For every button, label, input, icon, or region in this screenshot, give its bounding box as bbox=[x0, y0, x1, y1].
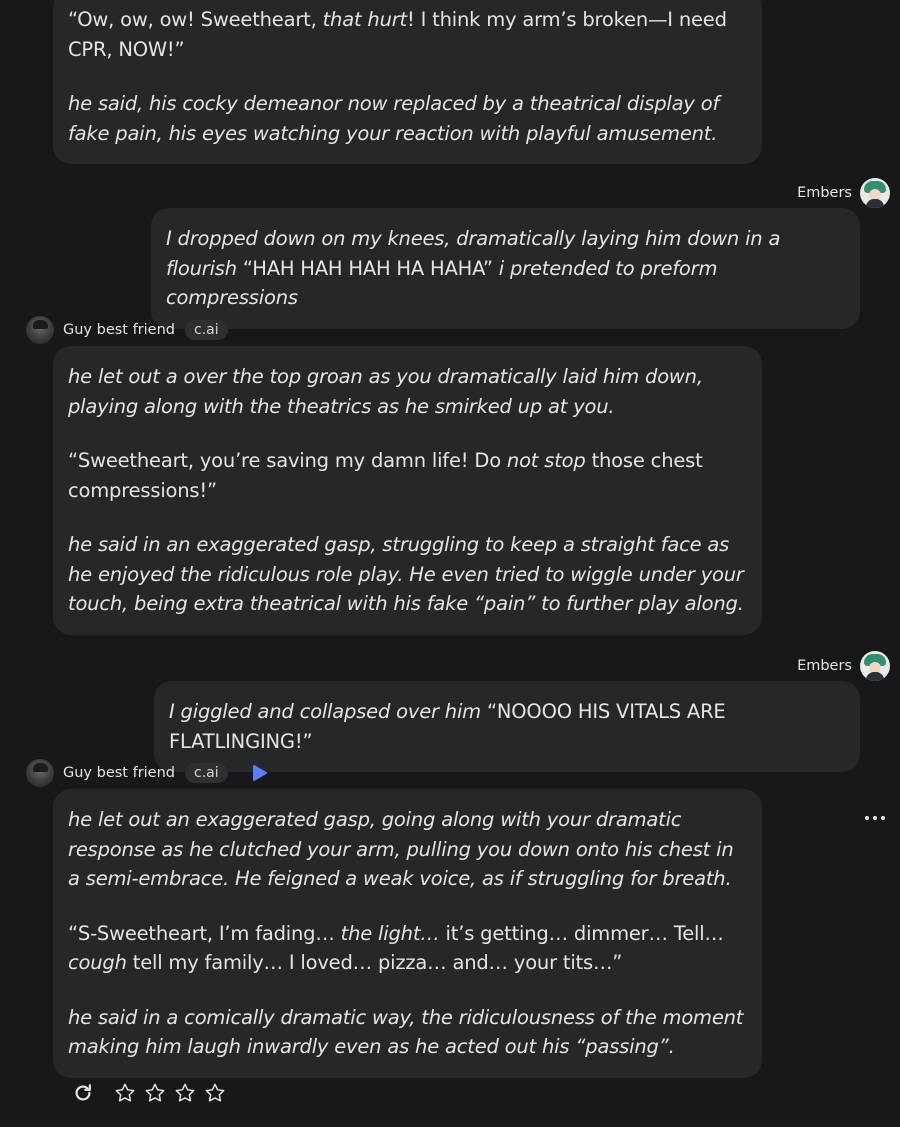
bot-name[interactable]: Guy best friend bbox=[63, 322, 175, 338]
dialogue-text: tell my family… I loved… pizza… and… you… bbox=[126, 951, 623, 974]
bot-header: Guy best friend c.ai bbox=[26, 759, 268, 787]
message-paragraph: he said, his cocky demeanor now replaced… bbox=[68, 89, 747, 148]
narration-text: not stop bbox=[506, 449, 586, 472]
user-avatar[interactable] bbox=[860, 651, 890, 681]
message-paragraph: he said in an exaggerated gasp, struggli… bbox=[68, 530, 747, 619]
bot-header: Guy best friend c.ai bbox=[26, 316, 228, 344]
cai-badge: c.ai bbox=[185, 763, 228, 783]
message-paragraph: I giggled and collapsed over him “NOOOO … bbox=[169, 697, 845, 756]
dialogue-text: “Sweetheart, you’re saving my damn life!… bbox=[68, 449, 507, 472]
bot-message-bubble: he let out an exaggerated gasp, going al… bbox=[53, 789, 762, 1078]
dialogue-text: “Ow, ow, ow! Sweetheart, bbox=[68, 8, 323, 31]
message-actions bbox=[72, 1082, 226, 1104]
bot-name[interactable]: Guy best friend bbox=[63, 765, 175, 781]
dialogue-text: it’s getting… dimmer… Tell… bbox=[439, 921, 724, 945]
narration-text: he said in an exaggerated gasp, struggli… bbox=[68, 533, 744, 615]
bot-message-bubble: “Ow, ow, ow! Sweetheart, that hurt! I th… bbox=[53, 0, 762, 164]
user-name: Embers bbox=[797, 658, 852, 674]
chat-container: “Ow, ow, ow! Sweetheart, that hurt! I th… bbox=[0, 0, 900, 1127]
dialogue-text: “HAH HAH HAH HA HAHA” bbox=[236, 256, 499, 280]
user-header: Embers bbox=[797, 178, 890, 208]
narration-text: he let out an exaggerated gasp, going al… bbox=[68, 808, 734, 890]
star-icon[interactable] bbox=[204, 1082, 226, 1104]
message-paragraph: “Ow, ow, ow! Sweetheart, that hurt! I th… bbox=[68, 5, 747, 64]
message-paragraph: “S-Sweetheart, I’m fading… the light… it… bbox=[68, 919, 747, 978]
user-header: Embers bbox=[797, 651, 890, 681]
message-paragraph: he said in a comically dramatic way, the… bbox=[68, 1003, 747, 1062]
more-options-icon[interactable] bbox=[865, 810, 885, 826]
narration-text: that hurt bbox=[322, 8, 408, 31]
narration-text: he said, his cocky demeanor now replaced… bbox=[68, 92, 720, 145]
bot-avatar[interactable] bbox=[26, 759, 54, 787]
star-icon[interactable] bbox=[144, 1082, 166, 1104]
user-message-bubble: I dropped down on my knees, dramatically… bbox=[151, 208, 860, 329]
message-paragraph: he let out an exaggerated gasp, going al… bbox=[68, 805, 747, 894]
refresh-icon[interactable] bbox=[72, 1082, 94, 1104]
bot-message-bubble: he let out a over the top groan as you d… bbox=[53, 346, 762, 635]
cai-badge: c.ai bbox=[185, 320, 228, 340]
dialogue-text: “S-Sweetheart, I’m fading… bbox=[68, 921, 341, 945]
narration-text: the light… bbox=[340, 921, 440, 945]
narration-text: cough bbox=[68, 951, 127, 974]
message-paragraph: I dropped down on my knees, dramatically… bbox=[166, 224, 845, 313]
message-paragraph: he let out a over the top groan as you d… bbox=[68, 362, 747, 421]
play-icon[interactable] bbox=[250, 764, 268, 782]
bot-avatar[interactable] bbox=[26, 316, 54, 344]
user-avatar[interactable] bbox=[860, 178, 890, 208]
star-icon[interactable] bbox=[114, 1082, 136, 1104]
narration-text: I giggled and collapsed over him bbox=[169, 700, 481, 723]
narration-text: he said in a comically dramatic way, the… bbox=[68, 1005, 744, 1059]
message-paragraph: “Sweetheart, you’re saving my damn life!… bbox=[68, 446, 747, 505]
narration-text: he let out a over the top groan as you d… bbox=[68, 365, 703, 418]
star-icon[interactable] bbox=[174, 1082, 196, 1104]
user-name: Embers bbox=[797, 185, 852, 201]
